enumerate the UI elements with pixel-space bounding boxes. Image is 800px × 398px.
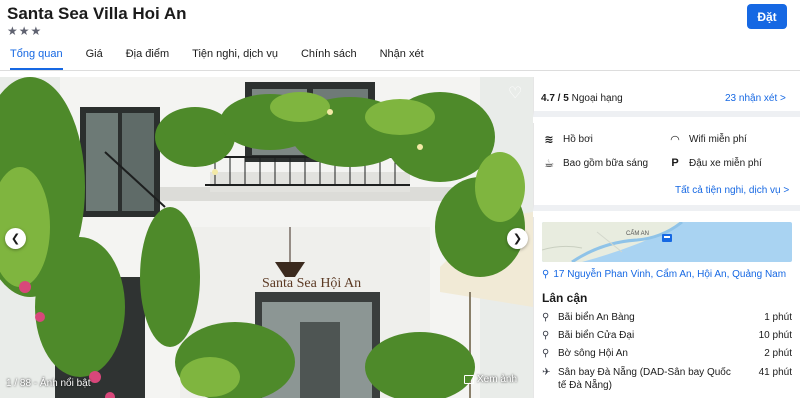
photo-counter: 1 / 88 - Ảnh nổi bật [6, 378, 91, 389]
rating-label: Ngoại hạng [571, 93, 623, 104]
tab-amenities[interactable]: Tiện nghi, dịch vụ [192, 40, 278, 70]
amenities-card: ≋ Hồ bơi ◠ Wifi miễn phí ☕ Bao gồm bữa s… [533, 123, 800, 211]
tab-policies[interactable]: Chính sách [301, 40, 357, 70]
location-pin-icon: ⚲ [542, 348, 550, 359]
chevron-right-icon: ❯ [512, 233, 523, 245]
nearby-place: ⚲ Bãi biển Cửa Đại 10 phút [542, 330, 792, 341]
place-time: 41 phút [758, 367, 792, 378]
wifi-icon: ◠ [670, 134, 680, 146]
location-pin-icon: ⚲ [542, 269, 550, 280]
location-card: CẨM AN ⚲ 17 Nguyễn Phan Vinh, Cẩm An, Hộ… [533, 217, 800, 398]
nearby-place: ⚲ Bờ sông Hội An 2 phút [542, 348, 792, 359]
place-name: Bờ sông Hội An [558, 348, 628, 359]
all-amenities-link[interactable]: Tất cả tiện nghi, dịch vụ > [675, 185, 789, 196]
amenity-breakfast: ☕ Bao gồm bữa sáng [542, 157, 648, 170]
tab-location[interactable]: Địa điểm [126, 40, 169, 70]
hotel-name: Santa Sea Villa Hoi An [7, 4, 187, 23]
place-time: 1 phút [764, 312, 792, 323]
header-divider [0, 70, 800, 71]
parking-icon: P [671, 157, 679, 169]
tab-bar: Tổng quan Giá Địa điểm Tiện nghi, dịch v… [0, 40, 437, 70]
place-name: Bãi biển Cửa Đại [558, 330, 635, 341]
guest-rating: 4.7 / 5 Ngoại hạng [541, 93, 623, 104]
address-text: 17 Nguyễn Phan Vinh, Cẩm An, Hội An, Quả… [553, 269, 787, 280]
nearby-heading: Lân cận [542, 291, 588, 305]
hotel-header: Santa Sea Villa Hoi An ★★★ Đặt Tổng quan… [0, 0, 800, 70]
map-preview[interactable]: CẨM AN [542, 222, 792, 262]
amenity-pool: ≋ Hồ bơi [542, 133, 593, 146]
previous-photo-button[interactable]: ❮ [5, 228, 26, 249]
amenity-label: Wifi miễn phí [689, 134, 747, 145]
nearby-place: ✈ Sân bay Đà Nẵng (DAD-Sân bay Quốc tế Đ… [542, 366, 792, 392]
place-time: 2 phút [764, 348, 792, 359]
favorite-heart-icon[interactable]: ♡ [508, 83, 522, 103]
pool-icon: ≋ [544, 134, 554, 146]
place-name: Sân bay Đà Nẵng (DAD-Sân bay Quốc tế Đà … [558, 367, 731, 391]
star-rating: ★★★ [7, 24, 43, 38]
tab-reviews[interactable]: Nhận xét [380, 40, 424, 70]
view-photos-button[interactable]: Xem ảnh [464, 374, 517, 385]
breakfast-icon: ☕ [544, 158, 554, 170]
reviews-link[interactable]: 23 nhận xét > [725, 93, 786, 104]
tab-price[interactable]: Giá [86, 40, 103, 70]
amenity-label: Hồ bơi [563, 134, 593, 145]
image-icon [464, 375, 474, 384]
rating-card: 4.7 / 5 Ngoại hạng 23 nhận xét > [533, 77, 800, 117]
chevron-left-icon: ❮ [10, 233, 21, 245]
sign-text: Santa Sea Hội An [262, 276, 361, 291]
amenity-wifi: ◠ Wifi miễn phí [668, 133, 747, 146]
next-photo-button[interactable]: ❯ [507, 228, 528, 249]
airplane-icon: ✈ [542, 367, 551, 378]
amenity-label: Bao gồm bữa sáng [563, 158, 649, 169]
place-name: Bãi biển An Bàng [558, 312, 635, 323]
book-button[interactable]: Đặt [747, 4, 787, 29]
hotel-photo[interactable]: Santa Sea Hội An [0, 77, 533, 398]
location-pin-icon: ⚲ [542, 330, 550, 341]
place-time: 10 phút [758, 330, 792, 341]
map-area-label: CẨM AN [626, 230, 649, 237]
hotel-facade-image: Santa Sea Hội An [0, 77, 533, 398]
location-pin-icon: ⚲ [542, 312, 550, 323]
amenity-parking: P Đậu xe miễn phí [668, 157, 762, 169]
rating-score: 4.7 / 5 [541, 93, 569, 104]
hotel-address[interactable]: ⚲ 17 Nguyễn Phan Vinh, Cẩm An, Hội An, Q… [542, 269, 786, 280]
nearby-place: ⚲ Bãi biển An Bàng 1 phút [542, 312, 792, 323]
view-photos-label: Xem ảnh [477, 374, 518, 385]
amenity-label: Đậu xe miễn phí [689, 157, 762, 169]
tab-overview[interactable]: Tổng quan [10, 40, 63, 70]
